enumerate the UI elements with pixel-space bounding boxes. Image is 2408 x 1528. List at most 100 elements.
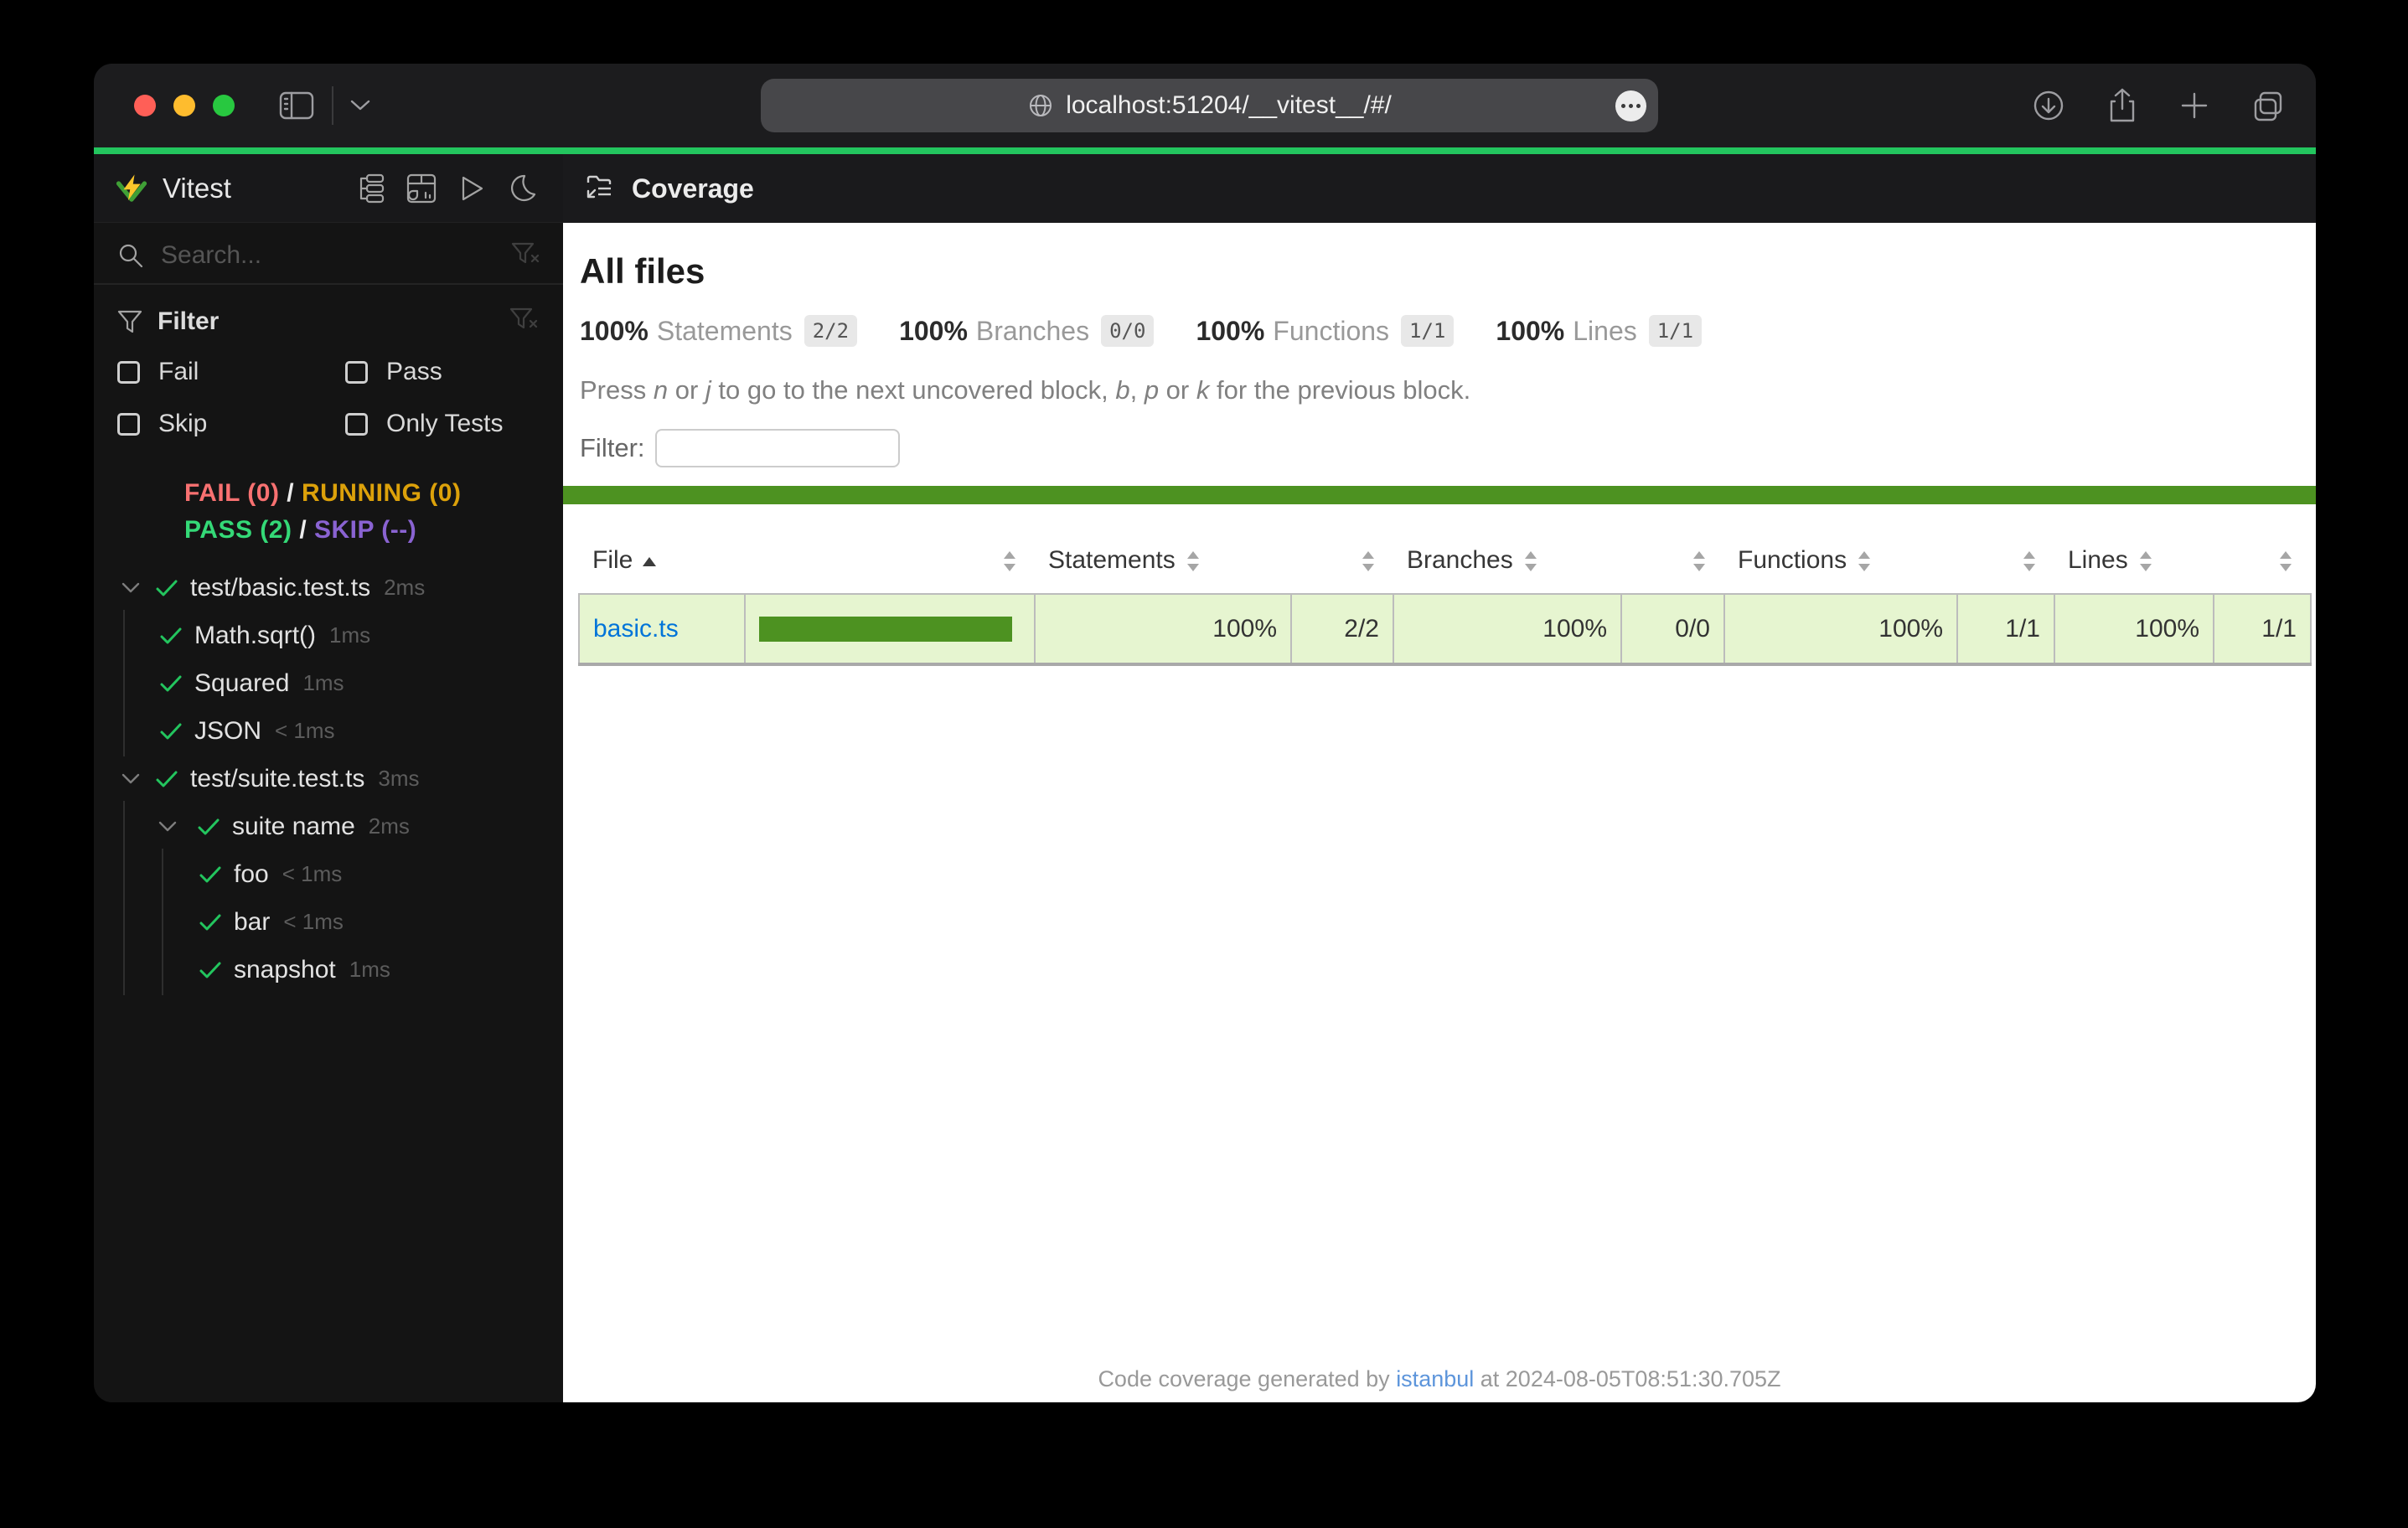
toolbar-actions bbox=[2031, 87, 2286, 124]
search-input[interactable] bbox=[161, 241, 511, 270]
lines-raw-cell: 1/1 bbox=[2214, 594, 2311, 664]
checkbox-skip[interactable]: Skip bbox=[117, 410, 345, 438]
tree-item-snapshot[interactable]: snapshot 1ms bbox=[94, 946, 563, 994]
summary-functions: 100% Functions 1/1 bbox=[1196, 315, 1454, 347]
clear-filter-icon[interactable] bbox=[509, 307, 538, 336]
check-icon bbox=[199, 865, 222, 884]
sort-icon bbox=[2023, 549, 2036, 574]
skip-checkbox-box[interactable] bbox=[117, 413, 140, 436]
test-name: bar bbox=[234, 908, 270, 937]
fail-checkbox-box[interactable] bbox=[117, 361, 140, 384]
sort-icon bbox=[2280, 549, 2292, 574]
only-tests-checkbox-box[interactable] bbox=[345, 413, 368, 436]
lines-label: Lines bbox=[1573, 316, 1637, 347]
check-icon bbox=[159, 722, 183, 741]
tree-guide-line bbox=[123, 944, 125, 995]
file-cell: basic.ts bbox=[579, 594, 745, 664]
check-icon bbox=[199, 961, 222, 979]
checkbox-only-tests[interactable]: Only Tests bbox=[345, 410, 563, 438]
coverage-summary: 100% Statements 2/2 100% Branches 0/0 10… bbox=[580, 315, 2316, 347]
checkbox-fail[interactable]: Fail bbox=[117, 358, 345, 386]
column-header-functions[interactable]: Functions bbox=[1724, 534, 1957, 594]
clear-search-filter-icon[interactable] bbox=[511, 241, 540, 271]
coverage-filter-input[interactable] bbox=[655, 429, 900, 467]
check-icon bbox=[199, 913, 222, 932]
new-tab-icon[interactable] bbox=[2178, 90, 2210, 121]
column-header-chart[interactable] bbox=[745, 534, 1035, 594]
app-title: Vitest bbox=[163, 173, 231, 204]
vitest-logo bbox=[116, 173, 147, 204]
pass-checkbox-box[interactable] bbox=[345, 361, 368, 384]
test-duration: 2ms bbox=[384, 575, 425, 601]
branches-pct: 100% bbox=[899, 316, 968, 347]
chevron-down-icon[interactable] bbox=[157, 819, 178, 834]
tree-item-squared[interactable]: Squared 1ms bbox=[94, 659, 563, 707]
coverage-filter-label: Filter: bbox=[580, 433, 645, 463]
test-name: Squared bbox=[194, 669, 289, 698]
vitest-sidebar: Vitest bbox=[94, 154, 563, 1402]
pass-count: PASS (2) bbox=[184, 516, 292, 544]
functions-pct: 100% bbox=[1196, 316, 1264, 347]
test-duration: 1ms bbox=[349, 957, 390, 983]
column-header-lines[interactable]: Lines bbox=[2054, 534, 2214, 594]
tree-item-basic-test-file[interactable]: test/basic.test.ts 2ms bbox=[94, 564, 563, 612]
chevron-down-icon[interactable] bbox=[120, 772, 142, 787]
tree-item-json[interactable]: JSON < 1ms bbox=[94, 707, 563, 755]
column-header-branches-raw[interactable] bbox=[1621, 534, 1724, 594]
minimize-window-button[interactable] bbox=[173, 95, 195, 116]
tree-item-suite-test-file[interactable]: test/suite.test.ts 3ms bbox=[94, 755, 563, 803]
fail-label: Fail bbox=[158, 358, 199, 386]
tree-guide-line bbox=[162, 944, 163, 995]
filter-title: Filter bbox=[158, 307, 219, 336]
sidebar-toggle-icon[interactable] bbox=[278, 90, 315, 121]
column-header-functions-raw[interactable] bbox=[1957, 534, 2054, 594]
tab-overview-icon[interactable] bbox=[2250, 88, 2286, 123]
column-header-statements[interactable]: Statements bbox=[1035, 534, 1291, 594]
sort-icon bbox=[1187, 549, 1200, 574]
column-header-statements-raw[interactable] bbox=[1291, 534, 1393, 594]
chevron-down-icon[interactable] bbox=[120, 581, 142, 596]
filter-section-header: Filter bbox=[94, 307, 563, 336]
share-icon[interactable] bbox=[2106, 87, 2138, 124]
tree-item-suite-name[interactable]: suite name 2ms bbox=[94, 803, 563, 850]
test-status-summary: FAIL (0) / RUNNING (0) PASS (2) / SKIP (… bbox=[94, 475, 563, 549]
browser-toolbar: localhost:51204/__vitest__/#/ bbox=[94, 64, 2316, 147]
coverage-icon bbox=[585, 174, 615, 203]
column-header-lines-raw[interactable] bbox=[2214, 534, 2311, 594]
test-name: snapshot bbox=[234, 956, 336, 984]
tree-guide-line bbox=[162, 849, 163, 900]
sort-icon bbox=[1362, 549, 1375, 574]
statements-fraction: 2/2 bbox=[804, 315, 857, 347]
lines-fraction: 1/1 bbox=[1649, 315, 1702, 347]
sort-icon bbox=[1004, 549, 1016, 574]
coverage-status-line bbox=[563, 486, 2316, 504]
tree-view-icon[interactable] bbox=[357, 173, 385, 204]
checkbox-pass[interactable]: Pass bbox=[345, 358, 563, 386]
tree-item-foo[interactable]: foo < 1ms bbox=[94, 850, 563, 898]
check-icon bbox=[159, 674, 183, 693]
coverage-bar bbox=[759, 617, 1012, 642]
test-duration: < 1ms bbox=[282, 861, 343, 887]
test-duration: 1ms bbox=[302, 670, 344, 696]
coverage-bar-fill bbox=[759, 617, 1012, 642]
istanbul-link[interactable]: istanbul bbox=[1396, 1366, 1474, 1391]
run-all-icon[interactable] bbox=[457, 173, 486, 204]
page-settings-button[interactable] bbox=[1615, 90, 1646, 121]
lines-pct: 100% bbox=[1496, 316, 1564, 347]
fullscreen-window-button[interactable] bbox=[213, 95, 235, 116]
test-duration: < 1ms bbox=[283, 909, 344, 935]
dark-mode-icon[interactable] bbox=[506, 173, 538, 204]
table-row: basic.ts 100% 2/2 100% 0/0 100% 1/1 100%… bbox=[579, 594, 2311, 664]
downloads-icon[interactable] bbox=[2031, 88, 2066, 123]
address-bar[interactable]: localhost:51204/__vitest__/#/ bbox=[761, 79, 1658, 132]
check-icon bbox=[197, 818, 220, 836]
column-header-file[interactable]: File bbox=[579, 534, 745, 594]
chevron-down-icon[interactable] bbox=[349, 98, 372, 113]
tree-item-math-sqrt[interactable]: Math.sqrt() 1ms bbox=[94, 612, 563, 659]
column-header-branches[interactable]: Branches bbox=[1393, 534, 1621, 594]
close-window-button[interactable] bbox=[134, 95, 156, 116]
file-link[interactable]: basic.ts bbox=[593, 615, 679, 643]
tree-item-bar[interactable]: bar < 1ms bbox=[94, 898, 563, 946]
test-name: foo bbox=[234, 860, 269, 889]
dashboard-icon[interactable] bbox=[406, 173, 437, 204]
